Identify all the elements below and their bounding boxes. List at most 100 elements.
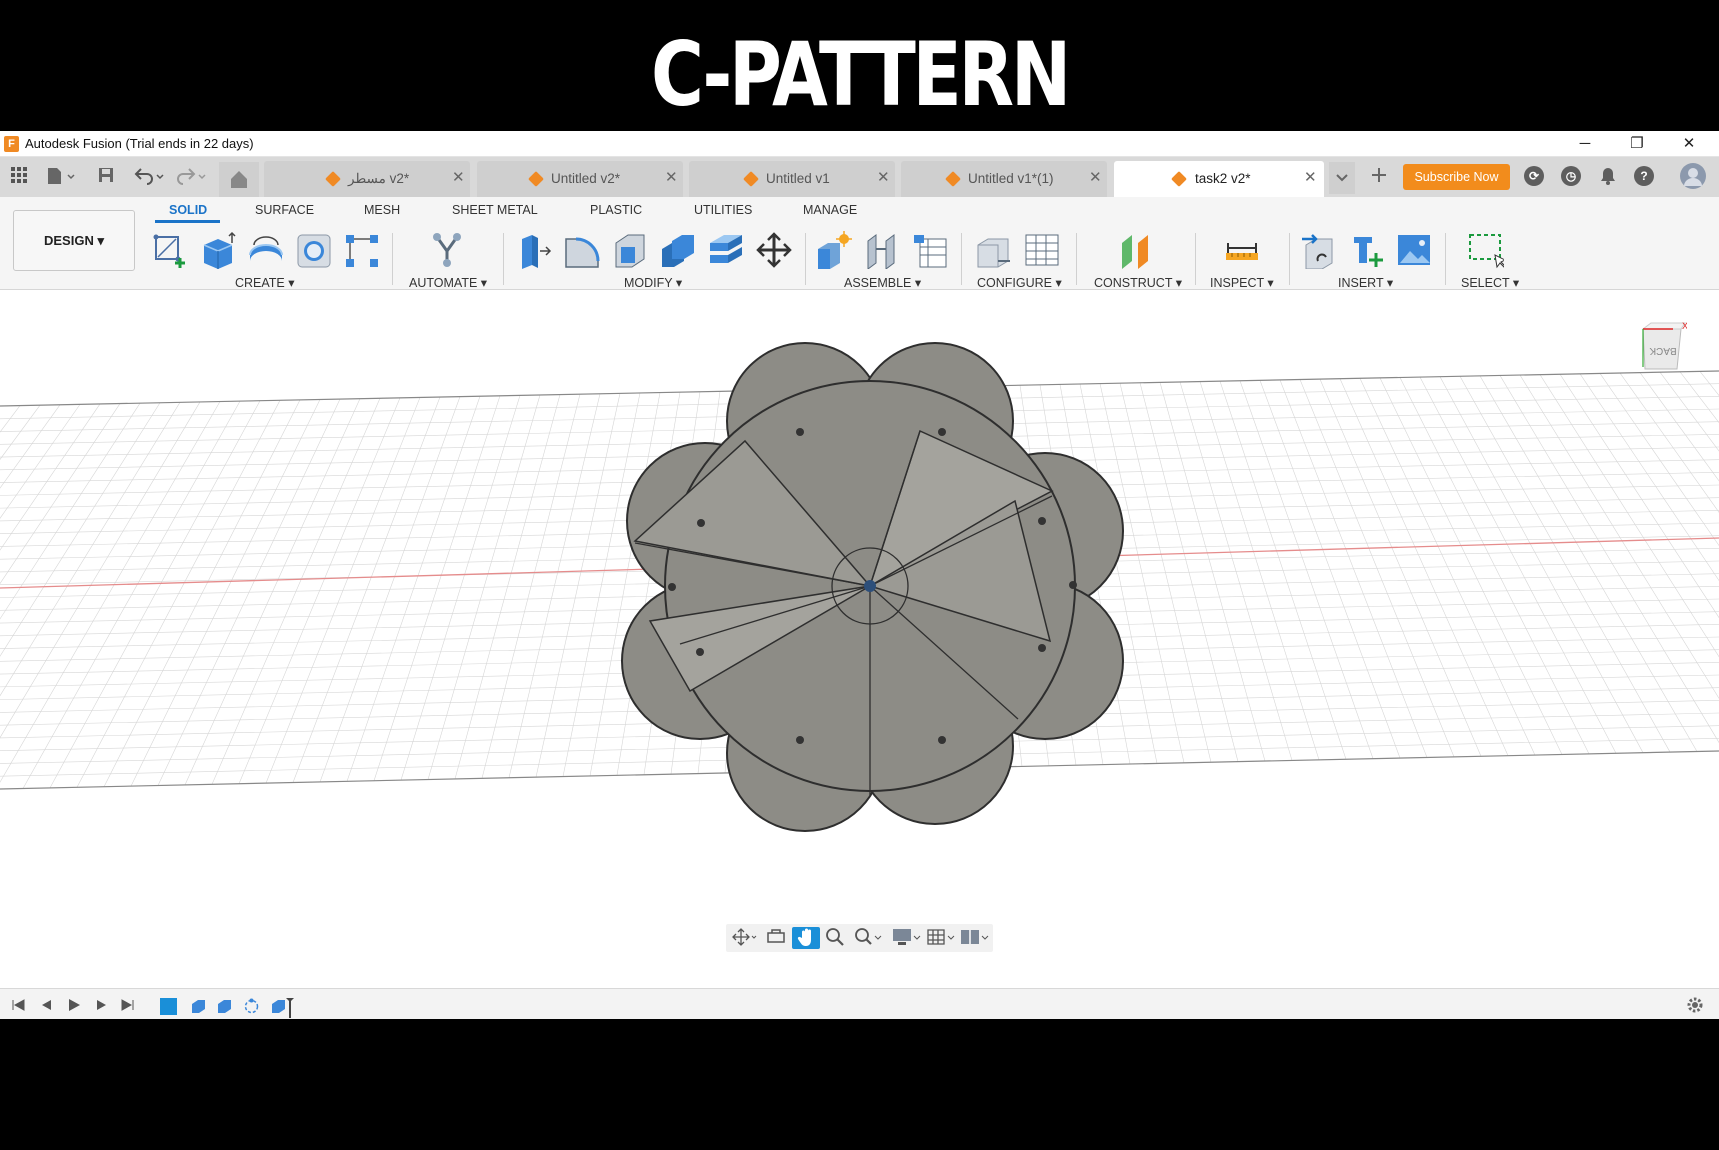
group-divider bbox=[503, 233, 504, 285]
grid-settings-icon[interactable] bbox=[924, 927, 958, 949]
timeline-pattern-feature-icon[interactable] bbox=[243, 998, 260, 1015]
tab-label: task2 v2* bbox=[1195, 171, 1251, 186]
view-cube[interactable]: BACK X bbox=[1641, 321, 1688, 373]
timeline-end-icon[interactable] bbox=[120, 998, 136, 1015]
tab-mesh[interactable]: MESH bbox=[364, 203, 400, 217]
group-divider bbox=[1195, 233, 1196, 285]
fit-zoom-icon[interactable] bbox=[852, 927, 886, 949]
combine-icon[interactable] bbox=[660, 231, 696, 269]
clock-icon[interactable]: ◷ bbox=[1561, 166, 1581, 186]
pan-icon[interactable] bbox=[792, 927, 820, 949]
construct-group-label[interactable]: CONSTRUCT ▾ bbox=[1094, 275, 1182, 290]
joint-icon[interactable] bbox=[864, 231, 900, 270]
zoom-icon[interactable] bbox=[823, 927, 847, 949]
tab-sheet-metal[interactable]: SHEET METAL bbox=[452, 203, 538, 217]
close-tab-icon[interactable]: ✕ bbox=[1304, 168, 1317, 186]
workspace-switcher-button[interactable]: DESIGN ▾ bbox=[13, 210, 135, 271]
fillet-icon[interactable] bbox=[564, 231, 600, 269]
timeline-sketch-feature-icon[interactable] bbox=[160, 998, 177, 1015]
app-grid-icon[interactable] bbox=[8, 166, 30, 188]
fusion-window: F Autodesk Fusion (Trial ends in 22 days… bbox=[0, 131, 1719, 1019]
configuration-table-icon[interactable] bbox=[1024, 231, 1060, 269]
document-tab-active[interactable]: task2 v2* ✕ bbox=[1114, 161, 1324, 197]
restore-button[interactable]: ❐ bbox=[1617, 133, 1657, 155]
orbit-icon[interactable] bbox=[730, 927, 760, 949]
save-icon[interactable] bbox=[95, 166, 117, 188]
create-sketch-icon[interactable] bbox=[152, 231, 188, 269]
configure-icon[interactable] bbox=[976, 231, 1012, 269]
document-tab-bar: مسطر v2* ✕ Untitled v2* ✕ Untitled v1 ✕ … bbox=[0, 157, 1719, 197]
insert-group-label[interactable]: INSERT ▾ bbox=[1338, 275, 1393, 290]
tab-overflow-chevron-icon[interactable] bbox=[1329, 162, 1355, 194]
insert-canvas-icon[interactable] bbox=[1396, 231, 1432, 269]
revolve-icon[interactable] bbox=[248, 231, 284, 269]
redo-icon[interactable] bbox=[174, 166, 210, 188]
close-tab-icon[interactable]: ✕ bbox=[665, 168, 678, 186]
timeline-extrude-feature-icon[interactable] bbox=[190, 998, 207, 1015]
home-icon[interactable] bbox=[219, 162, 259, 197]
viewports-icon[interactable] bbox=[958, 927, 992, 949]
select-group-label[interactable]: SELECT ▾ bbox=[1461, 275, 1519, 290]
minimize-button[interactable]: ─ bbox=[1565, 133, 1605, 155]
timeline-extrude-feature-icon[interactable] bbox=[216, 998, 233, 1015]
close-tab-icon[interactable]: ✕ bbox=[452, 168, 465, 186]
document-tab[interactable]: Untitled v2* ✕ bbox=[477, 161, 683, 197]
document-tab[interactable]: Untitled v1 ✕ bbox=[689, 161, 895, 197]
shell-icon[interactable] bbox=[612, 231, 648, 269]
move-icon[interactable] bbox=[756, 231, 792, 269]
timeline-settings-gear-icon[interactable] bbox=[1686, 996, 1704, 1017]
close-tab-icon[interactable]: ✕ bbox=[1089, 168, 1102, 186]
document-tab[interactable]: مسطر v2* ✕ bbox=[264, 161, 470, 197]
toolbar-ribbon: DESIGN ▾ SOLID SURFACE MESH SHEET METAL … bbox=[0, 197, 1719, 290]
timeline-start-icon[interactable] bbox=[10, 998, 26, 1015]
tab-surface[interactable]: SURFACE bbox=[255, 203, 314, 217]
design-canvas[interactable]: BACK X bbox=[0, 291, 1719, 988]
tab-solid[interactable]: SOLID bbox=[169, 203, 207, 217]
timeline-play-icon[interactable] bbox=[66, 998, 82, 1015]
configure-group-label[interactable]: CONFIGURE ▾ bbox=[977, 275, 1062, 290]
close-window-button[interactable]: ✕ bbox=[1669, 133, 1709, 155]
measure-icon[interactable] bbox=[1224, 231, 1260, 269]
subscribe-button[interactable]: Subscribe Now bbox=[1403, 164, 1510, 190]
close-tab-icon[interactable]: ✕ bbox=[877, 168, 890, 186]
undo-icon[interactable] bbox=[132, 166, 168, 188]
document-tab[interactable]: Untitled v1*(1) ✕ bbox=[901, 161, 1107, 197]
modify-group-label[interactable]: MODIFY ▾ bbox=[624, 275, 682, 290]
view-cube-axis-label: X bbox=[1682, 321, 1687, 331]
timeline-previous-icon[interactable] bbox=[38, 998, 54, 1015]
insert-derive-icon[interactable] bbox=[1300, 231, 1336, 270]
tab-manage[interactable]: MANAGE bbox=[803, 203, 857, 217]
avatar[interactable] bbox=[1680, 163, 1706, 189]
display-settings-icon[interactable] bbox=[890, 927, 924, 949]
assemble-group-label[interactable]: ASSEMBLE ▾ bbox=[844, 275, 921, 290]
offset-face-icon[interactable] bbox=[708, 231, 744, 269]
bell-icon[interactable] bbox=[1597, 166, 1619, 188]
new-tab-plus-icon[interactable] bbox=[1367, 166, 1391, 188]
select-box-icon[interactable] bbox=[1468, 231, 1507, 269]
press-pull-icon[interactable] bbox=[516, 231, 552, 269]
hole-icon[interactable] bbox=[296, 231, 332, 269]
look-at-icon[interactable] bbox=[764, 927, 788, 949]
sync-icon[interactable]: ⟳ bbox=[1524, 166, 1544, 186]
create-group-label[interactable]: CREATE ▾ bbox=[235, 275, 295, 290]
help-icon[interactable]: ? bbox=[1634, 166, 1654, 186]
banner-title: C-PATTERN bbox=[651, 23, 1071, 126]
rectangular-pattern-icon[interactable] bbox=[344, 231, 380, 269]
tab-label: Untitled v2* bbox=[551, 171, 621, 186]
tab-utilities[interactable]: UTILITIES bbox=[694, 203, 752, 217]
group-divider bbox=[805, 233, 806, 285]
new-component-icon[interactable] bbox=[816, 231, 852, 269]
offset-plane-icon[interactable] bbox=[1118, 231, 1154, 269]
timeline-marker-icon[interactable] bbox=[270, 998, 294, 1018]
extrude-icon[interactable] bbox=[200, 231, 236, 269]
automate-icon[interactable] bbox=[429, 231, 465, 269]
insert-mcmaster-icon[interactable] bbox=[1348, 231, 1384, 269]
design-cube-icon bbox=[945, 171, 961, 187]
file-menu-icon[interactable] bbox=[44, 166, 78, 188]
timeline-next-icon[interactable] bbox=[94, 998, 110, 1015]
design-cube-icon bbox=[325, 171, 341, 187]
bill-of-materials-icon[interactable] bbox=[912, 231, 948, 269]
inspect-group-label[interactable]: INSPECT ▾ bbox=[1210, 275, 1274, 290]
tab-plastic[interactable]: PLASTIC bbox=[590, 203, 642, 217]
automate-group-label[interactable]: AUTOMATE ▾ bbox=[409, 275, 487, 290]
